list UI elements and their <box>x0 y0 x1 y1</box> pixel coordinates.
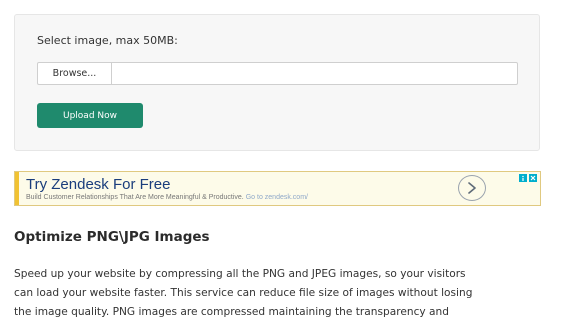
browse-button[interactable]: Browse... <box>37 62 112 85</box>
ad-subtitle: Build Customer Relationships That Are Mo… <box>26 194 308 201</box>
file-name-field[interactable] <box>112 62 518 85</box>
description-line: the image quality. PNG images are compre… <box>14 306 449 318</box>
upload-panel: Select image, max 50MB: Browse... Upload… <box>14 14 540 151</box>
page-title: Optimize PNG\JPG Images <box>14 229 210 245</box>
adchoices-icon[interactable] <box>519 174 527 182</box>
ad-subtitle-text: Build Customer Relationships That Are Mo… <box>26 194 244 201</box>
close-icon[interactable] <box>529 174 537 182</box>
ad-banner[interactable]: Try Zendesk For Free Build Customer Rela… <box>14 171 541 206</box>
upload-now-button[interactable]: Upload Now <box>37 103 143 128</box>
ad-url[interactable]: Go to zendesk.com/ <box>246 194 308 201</box>
description: Speed up your website by compressing all… <box>14 265 540 322</box>
description-line: can load your website faster. This servi… <box>14 287 473 299</box>
ad-title[interactable]: Try Zendesk For Free <box>26 176 170 193</box>
description-line: Speed up your website by compressing all… <box>14 268 466 280</box>
ad-accent-bar <box>15 172 19 205</box>
file-input[interactable]: Browse... <box>37 62 518 85</box>
play-arrow-icon[interactable] <box>458 175 486 201</box>
upload-label: Select image, max 50MB: <box>37 34 178 47</box>
ad-choices[interactable] <box>519 174 537 182</box>
